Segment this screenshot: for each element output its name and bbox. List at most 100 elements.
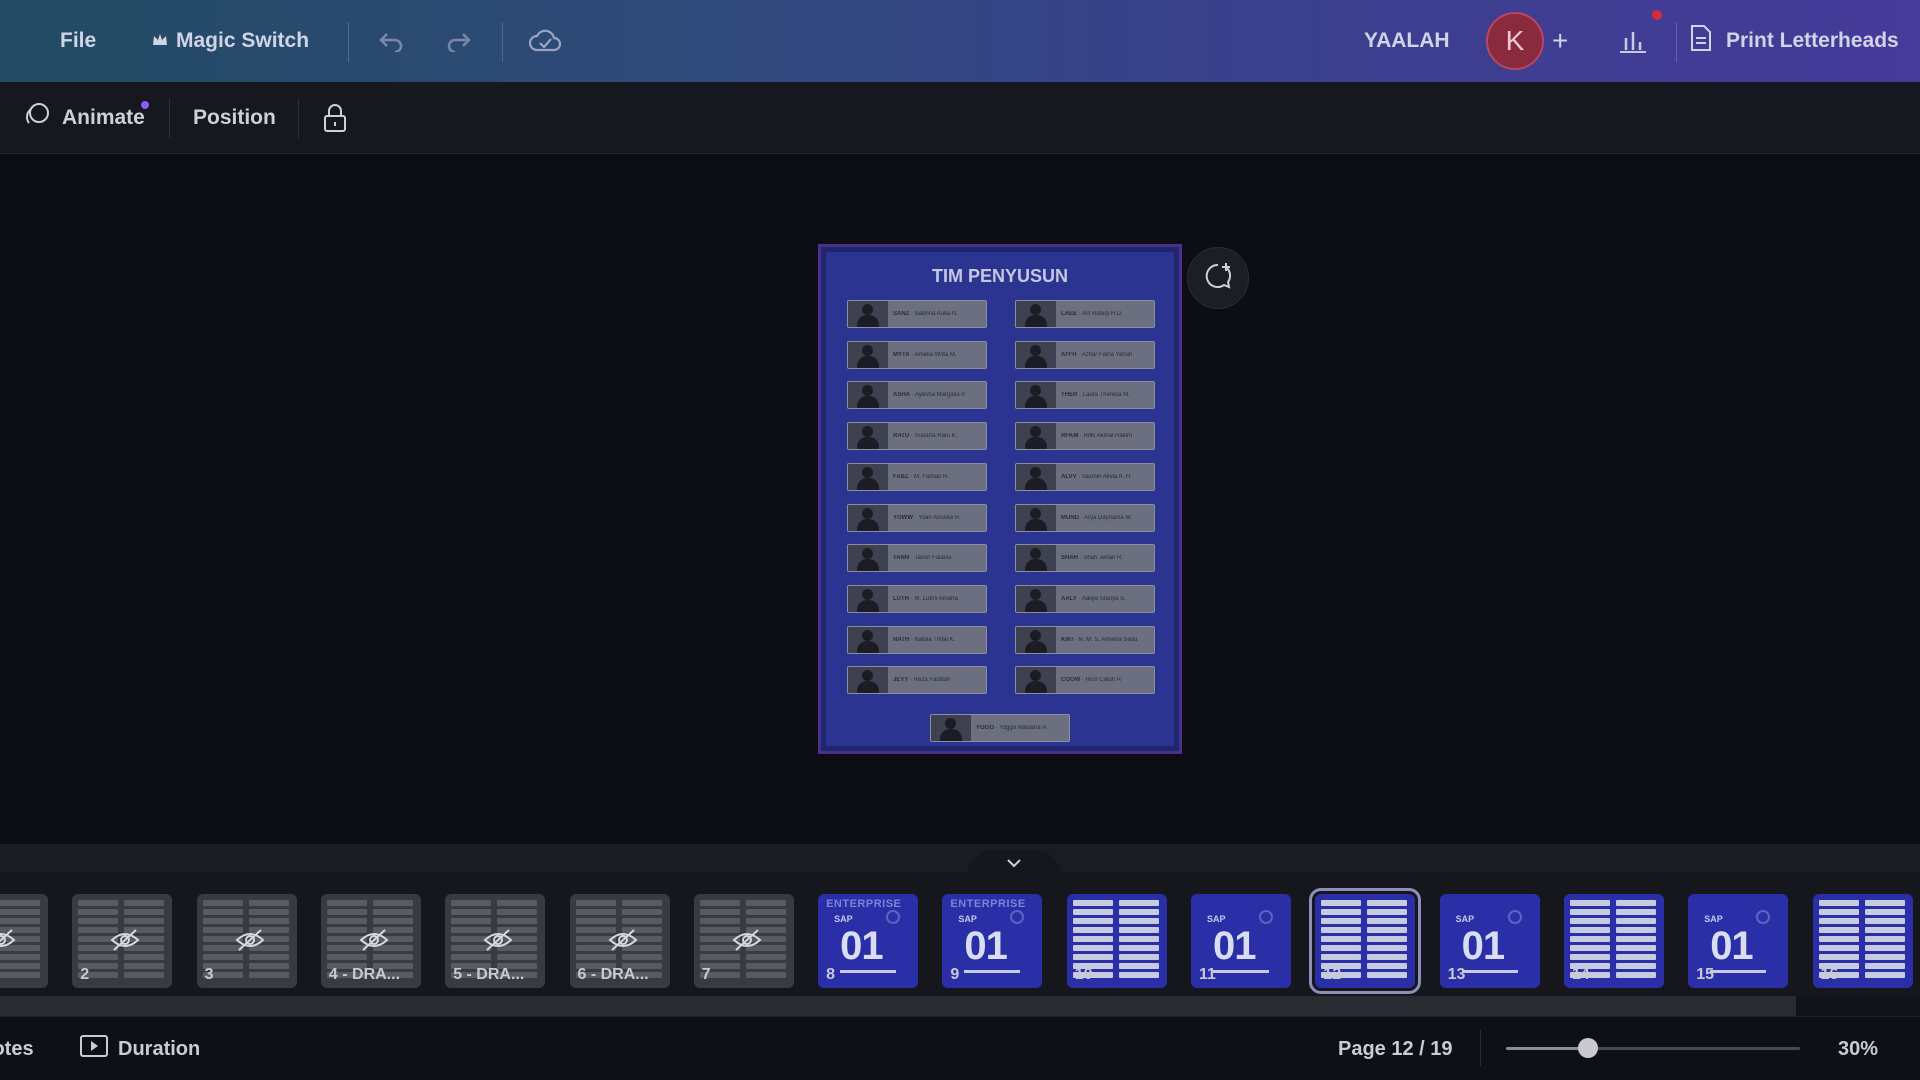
position-label: Position <box>193 106 276 129</box>
page-thumbnail[interactable]: 4 - DRA... <box>320 894 421 988</box>
magic-switch-label: Magic Switch <box>176 29 310 52</box>
member-photo <box>1016 585 1056 612</box>
thumbnail-row-bar <box>372 900 413 906</box>
hidden-eye-icon <box>359 928 389 957</box>
position-button[interactable]: Position <box>193 82 276 154</box>
page-thumbnail[interactable]: 5 - DRA... <box>445 894 546 988</box>
member-photo <box>848 585 888 612</box>
member-card: SANZ · Sabrina Aulia N. <box>847 300 987 328</box>
page-thumbnail[interactable]: 6 - DRA... <box>569 894 670 988</box>
page-thumbnail[interactable]: 14 <box>1563 894 1664 988</box>
member-photo <box>1016 423 1056 450</box>
add-comment-button[interactable] <box>1187 247 1249 309</box>
member-code: ATFH <box>1061 351 1077 358</box>
workspace-name[interactable]: YAALAH <box>1364 0 1450 82</box>
member-photo <box>1016 463 1056 490</box>
thumbnail-row-bar <box>1072 909 1113 915</box>
design-page[interactable]: TIM PENYUSUN SANZ · Sabrina Aulia N. LAEE… <box>818 244 1182 754</box>
member-card: LUTH · M. Luthfi Amarta <box>847 584 987 613</box>
thumbnail-row-bar <box>1072 954 1113 960</box>
thumbnail-row-bar <box>1118 927 1159 933</box>
page-thumbnail[interactable]: ENTERPRISE SAP 01 8 <box>818 894 919 988</box>
notes-label: Notes <box>0 1037 34 1060</box>
member-photo <box>848 341 888 368</box>
member-code: AALY <box>1061 595 1077 602</box>
divider <box>298 98 299 138</box>
member-name: · Amelia Witta M. <box>909 351 957 358</box>
page-number: 6 - DRA... <box>577 966 649 983</box>
member-code: YOWW <box>893 514 913 521</box>
scrollbar-thumb[interactable] <box>0 996 1796 1016</box>
member-name: · N. M. S. Almeria Sadu <box>1073 636 1138 643</box>
page-thumbnail[interactable]: 3 <box>196 894 297 988</box>
thumbnail-row-bar <box>248 918 289 924</box>
zoom-level[interactable]: 30% <box>1838 1017 1878 1080</box>
thumbnail-row-bar <box>0 972 40 978</box>
page-thumbnail[interactable]: SAP 01 15 <box>1688 894 1789 988</box>
file-menu[interactable]: File <box>60 0 96 82</box>
magic-switch-button[interactable]: Magic Switch <box>152 0 309 82</box>
duration-button[interactable]: Duration <box>80 1017 200 1080</box>
member-photo <box>848 667 888 694</box>
page-thumbnail[interactable] <box>0 894 48 988</box>
document-icon <box>1690 24 1712 58</box>
member-photo <box>1016 341 1056 368</box>
member-code: TANN <box>893 555 910 562</box>
page-thumbnail[interactable]: 12 <box>1309 888 1422 994</box>
thumbnail-row-bar <box>1367 927 1408 933</box>
page-thumbnail[interactable]: ENTERPRISE SAP 01 9 <box>942 894 1043 988</box>
thumbnail-row-bar <box>0 909 40 915</box>
member-code: ALVV <box>1061 473 1077 480</box>
print-letterheads-label: Print Letterheads <box>1726 29 1899 52</box>
member-label: ASHA · Ayesha Margalia P. <box>888 392 966 398</box>
member-photo <box>1016 545 1056 572</box>
page-thumbnail[interactable]: 10 <box>1066 894 1167 988</box>
redo-icon[interactable] <box>442 24 476 58</box>
comment-plus-icon <box>1202 260 1234 297</box>
zoom-slider[interactable] <box>1506 1047 1800 1050</box>
print-letterheads-button[interactable]: Print Letterheads <box>1690 0 1899 82</box>
insights-icon[interactable] <box>1616 24 1650 58</box>
member-code: NATH <box>893 636 910 643</box>
page-number: 7 <box>701 966 711 983</box>
lock-icon[interactable] <box>322 82 348 154</box>
thumbnail-row-bar <box>1864 954 1905 960</box>
member-name: · Rifki Akmal Hakim <box>1078 433 1133 440</box>
thumbnail-row-bar <box>1367 954 1408 960</box>
thumbnail-row-bar <box>1615 918 1656 924</box>
page-number: 4 - DRA... <box>328 966 401 983</box>
page-thumbnail[interactable]: 7 <box>693 894 794 988</box>
cloud-saved-icon[interactable] <box>528 24 562 58</box>
member-card: SHAH · Shah Jehan R. <box>1015 544 1155 573</box>
notes-button[interactable]: Notes <box>0 1017 34 1080</box>
page-thumbnail[interactable]: 2 <box>72 894 173 988</box>
thumbnail-row-bar <box>699 900 740 906</box>
avatar[interactable]: K <box>1486 12 1544 70</box>
filmstrip-scrollbar[interactable] <box>0 996 1920 1016</box>
thumbnail-row-bar <box>1118 900 1159 906</box>
divider <box>169 98 170 138</box>
member-code: SANZ <box>893 311 910 317</box>
page-number: 2 <box>80 966 90 983</box>
undo-icon[interactable] <box>374 24 408 58</box>
thumbnail-row-bar <box>1818 900 1859 906</box>
animate-button[interactable]: Animate <box>24 82 145 154</box>
member-name: · Azhar Faiha Yahah <box>1076 351 1133 358</box>
divider <box>348 22 349 62</box>
divider <box>1676 22 1677 62</box>
member-card: MYTA · Amelia Witta M. <box>847 340 987 369</box>
thumbnail-row-bar <box>1818 918 1859 924</box>
thumbnail-row-bar <box>1864 909 1905 915</box>
thumbnail-row-bar <box>1367 945 1408 951</box>
thumbnail-row-bar <box>124 972 165 978</box>
member-name: · Shah Jehan R. <box>1078 555 1124 562</box>
page-thumbnail[interactable]: SAP 01 13 <box>1439 894 1540 988</box>
page-thumbnail[interactable]: SAP 01 11 <box>1191 894 1291 988</box>
member-name: · Rico Caluh P. <box>1080 677 1122 684</box>
member-label: AALY · Aaliya Stanya S. <box>1056 596 1126 602</box>
page-thumbnail[interactable]: 16 <box>1812 894 1913 988</box>
thumbnail-row-bar <box>0 963 40 969</box>
member-name: · Vasmin Alivia A. H. <box>1076 473 1132 480</box>
add-collaborator-button[interactable]: + <box>1552 0 1568 82</box>
page-indicator[interactable]: Page 12 / 19 <box>1338 1017 1453 1080</box>
